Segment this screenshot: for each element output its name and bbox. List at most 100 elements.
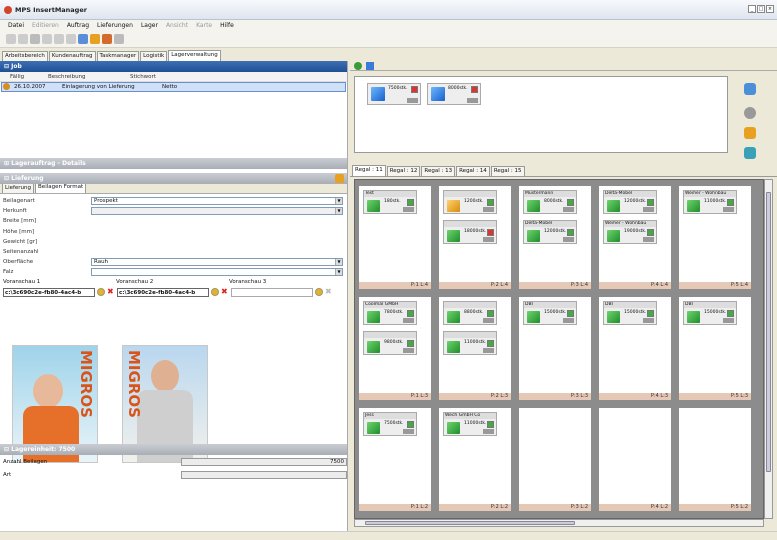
info-icon[interactable]	[483, 207, 494, 212]
info-icon[interactable]	[643, 207, 654, 212]
info-icon[interactable]	[723, 207, 734, 212]
flag-icon[interactable]	[471, 86, 478, 93]
box-icon[interactable]	[102, 33, 112, 44]
storage-icon[interactable]	[90, 33, 100, 44]
box-icon[interactable]	[335, 174, 344, 183]
status-icon[interactable]	[407, 340, 414, 347]
info-icon[interactable]	[483, 318, 494, 323]
open-file-icon[interactable]	[315, 288, 323, 296]
preview-3-path[interactable]	[231, 287, 313, 297]
status-icon[interactable]	[647, 310, 654, 317]
status-icon[interactable]	[487, 199, 494, 206]
info-icon[interactable]	[643, 237, 654, 242]
scrollbar-thumb[interactable]	[766, 192, 771, 472]
beilagenart-select[interactable]: Prospekt ▼	[91, 197, 343, 206]
storage-unit-card[interactable]: 18000stk.	[443, 220, 497, 244]
status-icon[interactable]	[487, 229, 494, 236]
status-icon[interactable]	[487, 340, 494, 347]
tab-kundenauftrag[interactable]: Kundenauftrag	[48, 51, 96, 61]
info-icon[interactable]	[403, 348, 414, 353]
col-due[interactable]: Fällig	[0, 74, 30, 80]
job-row[interactable]: 26.10.2007 Einlagerung von Lieferung Net…	[1, 82, 346, 92]
status-icon[interactable]	[487, 310, 494, 317]
minimize-button[interactable]: _	[748, 5, 756, 13]
tab-regal-13[interactable]: Regal : 13	[421, 166, 456, 176]
menu-item-lieferungen[interactable]: Lieferungen	[97, 22, 133, 29]
storage-unit-card[interactable]: 8800stk.	[443, 301, 497, 325]
new-icon[interactable]	[6, 33, 16, 44]
info-icon[interactable]	[483, 237, 494, 242]
top-unit-card[interactable]: 8000stk.	[427, 83, 481, 105]
tab-taskmanager[interactable]: Taskmanager	[96, 51, 140, 61]
info-icon[interactable]	[467, 98, 478, 103]
settings-icon[interactable]	[114, 33, 124, 44]
open-file-icon[interactable]	[97, 288, 105, 296]
tab-regal-15[interactable]: Regal : 15	[490, 166, 525, 176]
menu-item-ansicht[interactable]: Ansicht	[166, 22, 188, 29]
col-desc[interactable]: Beschreibung	[30, 74, 130, 80]
chevron-down-icon[interactable]: ▼	[335, 269, 342, 276]
menu-item-lager[interactable]: Lager	[141, 22, 158, 29]
storage-unit-card[interactable]: Jess 7500stk.	[363, 412, 417, 436]
falz-select[interactable]: ▼	[91, 268, 343, 277]
status-icon[interactable]	[567, 229, 574, 236]
people-icon[interactable]	[366, 61, 374, 70]
tab-regal-14[interactable]: Regal : 14	[456, 166, 490, 176]
info-icon[interactable]	[723, 318, 734, 323]
horizontal-scrollbar[interactable]	[354, 519, 764, 527]
vertical-scrollbar[interactable]	[764, 179, 773, 519]
herkunft-select[interactable]: ▼	[91, 207, 343, 216]
storage-unit-card[interactable]: DBI 15000stk.	[603, 301, 657, 325]
tab-logistik[interactable]: Logistik	[140, 51, 168, 61]
tab-regal-12[interactable]: Regal : 12	[386, 166, 421, 176]
storage-unit-card[interactable]: 11000stk.	[443, 331, 497, 355]
storage-unit-card[interactable]: Weiher - Wohnbau 19000stk.	[603, 220, 657, 244]
status-icon[interactable]	[567, 310, 574, 317]
storage-unit-card[interactable]: Test 180stk.	[363, 190, 417, 214]
info-icon[interactable]	[403, 318, 414, 323]
subtab-lieferung[interactable]: Lieferung	[2, 183, 35, 193]
chevron-down-icon[interactable]: ▼	[335, 208, 342, 215]
info-icon[interactable]	[483, 348, 494, 353]
refresh-icon[interactable]	[66, 33, 76, 44]
status-icon[interactable]	[647, 199, 654, 206]
globe-icon[interactable]	[354, 61, 362, 70]
menu-item-editieren[interactable]: Editieren	[32, 22, 59, 29]
storage-unit-card[interactable]: DBI 15000stk.	[523, 301, 577, 325]
menu-item-datei[interactable]: Datei	[8, 22, 24, 29]
open-file-icon[interactable]	[211, 288, 219, 296]
oberflaeche-select[interactable]: Rauh ▼	[91, 258, 343, 267]
storage-unit-card[interactable]: 1200stk.	[443, 190, 497, 214]
status-icon[interactable]	[487, 421, 494, 428]
status-icon[interactable]	[727, 310, 734, 317]
lieferung-header[interactable]: ⊟ Lieferung	[0, 173, 347, 184]
delete-icon[interactable]: ✖	[221, 288, 229, 296]
menu-item-auftrag[interactable]: Auftrag	[67, 22, 89, 29]
info-icon[interactable]	[483, 429, 494, 434]
info-icon[interactable]	[403, 207, 414, 212]
chevron-down-icon[interactable]: ▼	[335, 198, 342, 205]
chevron-down-icon[interactable]: ▼	[335, 259, 342, 266]
info-icon[interactable]	[407, 98, 418, 103]
top-unit-card[interactable]: 7500stk.	[367, 83, 421, 105]
status-icon[interactable]	[567, 199, 574, 206]
back-icon[interactable]	[18, 33, 28, 44]
storage-unit-card[interactable]: Coolmal GMbH 7800stk.	[363, 301, 417, 325]
forward-icon[interactable]	[30, 33, 40, 44]
gear-icon[interactable]	[744, 107, 756, 119]
status-icon[interactable]	[407, 310, 414, 317]
storage-unit-card[interactable]: Delta-Möbel 12000stk.	[523, 220, 577, 244]
status-icon[interactable]	[407, 421, 414, 428]
storage-unit-card[interactable]: Weiher - Wohnbau 11000stk.	[683, 190, 737, 214]
trash-icon[interactable]	[744, 147, 756, 159]
window-icon[interactable]	[78, 33, 88, 44]
storage-unit-card[interactable]: 9800stk.	[363, 331, 417, 355]
info-icon[interactable]	[403, 429, 414, 434]
storage-unit-card[interactable]: DBI 15000stk.	[683, 301, 737, 325]
lagerauftrag-header[interactable]: ⊞ Lagerauftrag - Details	[0, 158, 347, 169]
delete-icon[interactable]: ✖	[325, 288, 333, 296]
info-icon[interactable]	[563, 318, 574, 323]
tab-regal-11[interactable]: Regal : 11	[352, 165, 386, 176]
flag-icon[interactable]	[411, 86, 418, 93]
scrollbar-thumb[interactable]	[365, 521, 575, 525]
